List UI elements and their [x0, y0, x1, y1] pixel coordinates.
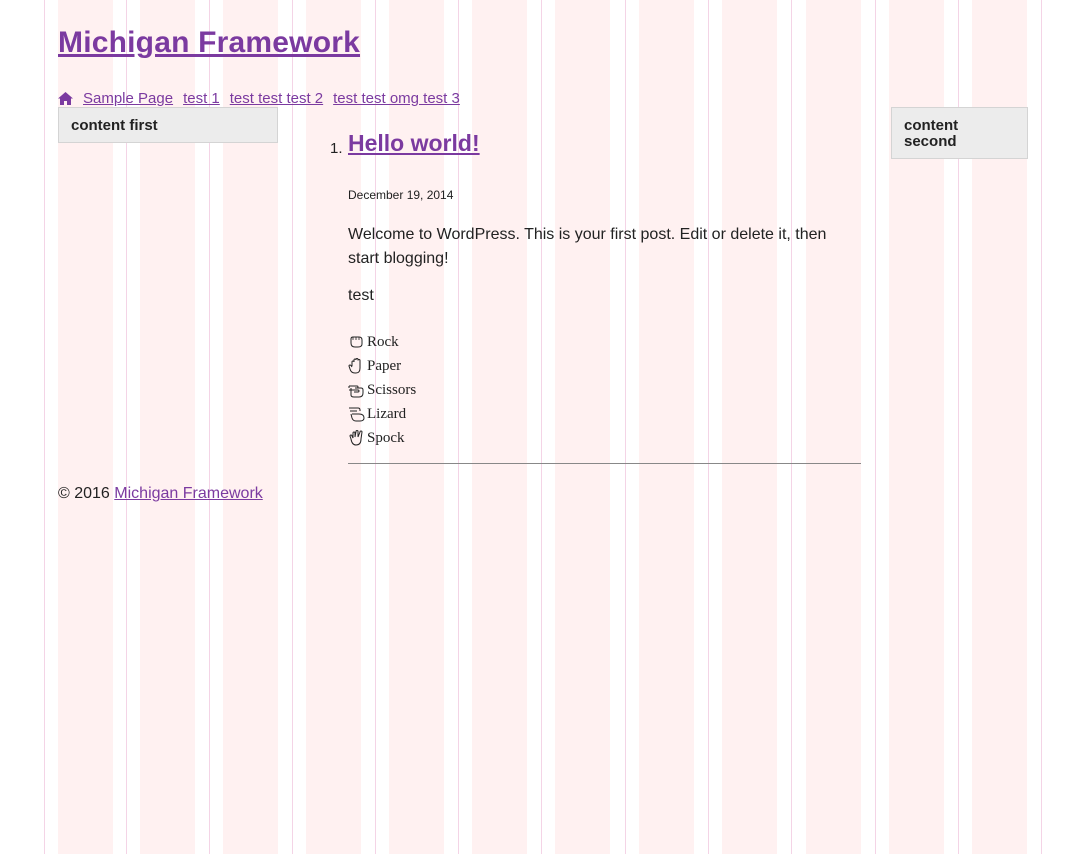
list-item: Scissors	[348, 378, 416, 402]
post-title-link[interactable]: Hello world!	[348, 130, 480, 156]
nav-item-test-2[interactable]: test test test 2	[230, 90, 323, 107]
footer-site-link[interactable]: Michigan Framework	[114, 485, 262, 502]
rps-label-rock: Rock	[367, 333, 399, 350]
paper-hand-icon	[348, 358, 361, 374]
list-item: Lizard	[348, 402, 416, 426]
post-divider	[348, 463, 861, 464]
home-icon	[58, 92, 73, 105]
sidebar-second-box: content second	[891, 107, 1028, 159]
list-item: Spock	[348, 426, 416, 450]
footer-copyright: © 2016	[58, 485, 115, 502]
list-item: Rock	[348, 330, 416, 354]
nav-item-test-1[interactable]: test 1	[183, 90, 220, 107]
rps-label-paper: Paper	[367, 357, 402, 374]
sidebar-second-line2: second	[904, 133, 957, 150]
site-title: Michigan Framework	[58, 26, 360, 60]
sidebar-second-line1: content	[904, 117, 959, 134]
rps-label-scissors: Scissors	[367, 381, 417, 398]
nav-item-test-3[interactable]: test test omg test 3	[333, 90, 460, 107]
post-body: Welcome to WordPress. This is your first…	[348, 226, 827, 267]
main-nav: Sample Page test 1 test test test 2 test…	[58, 90, 460, 107]
post-extra-text: test	[348, 287, 374, 304]
rps-label-spock: Spock	[367, 429, 405, 446]
scissors-hand-icon	[348, 385, 364, 398]
lizard-hand-icon	[349, 407, 365, 422]
rock-hand-icon	[350, 336, 363, 348]
sidebar-first-label: content first	[71, 117, 158, 134]
page: Michigan Framework Sample Page test 1 te…	[0, 0, 1082, 854]
site-title-link[interactable]: Michigan Framework	[58, 26, 360, 59]
spock-hand-icon	[349, 430, 363, 446]
list-item: Paper	[348, 354, 416, 378]
post-date: December 19, 2014	[348, 188, 454, 202]
site-footer: © 2016 Michigan Framework	[58, 485, 263, 503]
post-number: 1.	[330, 140, 343, 157]
post-title: Hello world!	[348, 130, 480, 157]
nav-item-sample-page[interactable]: Sample Page	[83, 90, 173, 107]
rps-label-lizard: Lizard	[367, 405, 407, 422]
sidebar-first-box: content first	[58, 107, 278, 143]
rps-list: Rock Paper Scissors Lizard Spock	[348, 330, 416, 450]
